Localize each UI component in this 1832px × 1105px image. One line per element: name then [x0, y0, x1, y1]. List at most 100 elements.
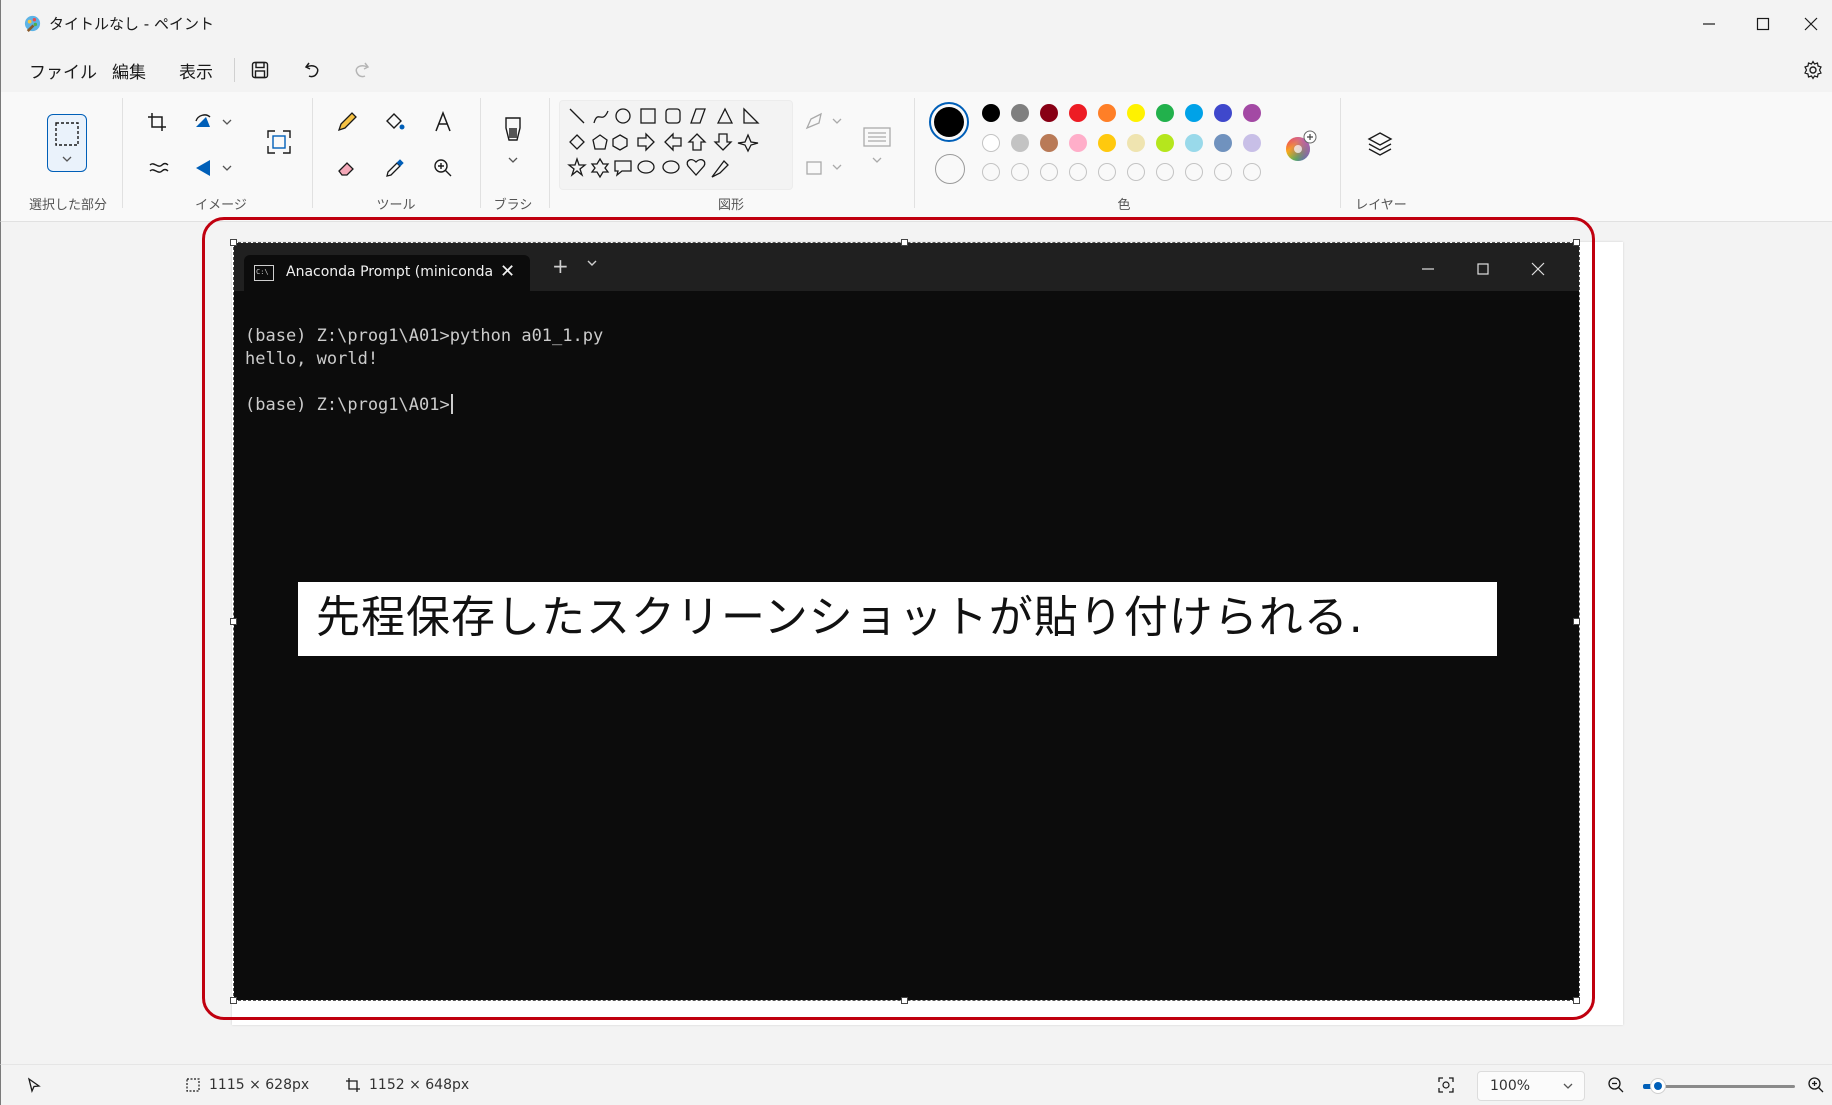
zoom-slider-thumb[interactable] — [1650, 1078, 1667, 1094]
custom-color-slot[interactable] — [1156, 163, 1174, 181]
resize-handle[interactable] — [230, 239, 237, 246]
brush-button[interactable] — [495, 112, 531, 176]
redo-button[interactable] — [345, 54, 377, 86]
fill-button[interactable] — [377, 104, 413, 140]
color-swatch[interactable] — [1127, 104, 1145, 122]
terminal-icon: C:\ — [254, 265, 274, 281]
color-swatch[interactable] — [1040, 134, 1058, 152]
color-swatch[interactable] — [1243, 134, 1261, 152]
color-swatch[interactable] — [1156, 134, 1174, 152]
resize-handle[interactable] — [1573, 239, 1580, 246]
resize-handle[interactable] — [1573, 997, 1580, 1004]
resize-handle[interactable] — [901, 239, 908, 246]
color-swatch[interactable] — [1156, 104, 1174, 122]
color-swatch[interactable] — [982, 134, 1000, 152]
undo-button[interactable] — [297, 54, 329, 86]
custom-color-slot[interactable] — [982, 163, 1000, 181]
maximize-button[interactable] — [1735, 0, 1791, 48]
menu-file[interactable]: ファイル — [29, 58, 97, 83]
ribbon-divider — [914, 98, 915, 208]
stroke-size-button[interactable] — [859, 118, 895, 174]
color-swatch[interactable] — [1185, 104, 1203, 122]
canvas-size: 1152 × 648px — [345, 1077, 469, 1093]
color-swatch[interactable] — [1098, 104, 1116, 122]
custom-color-slot[interactable] — [1040, 163, 1058, 181]
cursor-position — [27, 1077, 41, 1093]
layers-button[interactable] — [1362, 126, 1398, 162]
resize-button[interactable] — [261, 124, 297, 160]
zoom-out-button[interactable] — [1607, 1076, 1625, 1094]
color-swatch[interactable] — [1011, 134, 1029, 152]
custom-color-slot[interactable] — [1185, 163, 1203, 181]
magnifier-icon — [434, 159, 452, 177]
terminal-tab-bar: C:\ Anaconda Prompt (miniconda ✕ + — [234, 243, 1579, 291]
group-label-selection: 選択した部分 — [28, 198, 107, 213]
ribbon-divider — [480, 98, 481, 208]
color-swatch[interactable] — [1011, 104, 1029, 122]
zoom-select[interactable]: 100% — [1477, 1071, 1585, 1101]
remove-background-button[interactable] — [141, 150, 177, 186]
custom-color-slot[interactable] — [1069, 163, 1087, 181]
close-button[interactable] — [1789, 0, 1832, 48]
color-swatch[interactable] — [1069, 104, 1087, 122]
menu-view[interactable]: 表示 — [179, 58, 213, 83]
custom-color-slot[interactable] — [1243, 163, 1261, 181]
primary-color-button[interactable] — [929, 102, 969, 142]
color-swatch[interactable] — [1098, 134, 1116, 152]
menu-divider — [234, 58, 235, 82]
rotate-icon — [195, 114, 232, 127]
pencil-button[interactable] — [329, 104, 365, 140]
save-button[interactable] — [244, 54, 276, 86]
paint-bucket-icon — [386, 113, 405, 130]
gear-icon — [1804, 60, 1822, 80]
secondary-color-button[interactable] — [935, 154, 965, 184]
custom-color-slot[interactable] — [1127, 163, 1145, 181]
settings-button[interactable] — [1797, 54, 1829, 86]
text-button[interactable] — [425, 104, 461, 140]
color-swatch[interactable] — [1040, 104, 1058, 122]
shapes-gallery[interactable] — [559, 100, 793, 190]
custom-color-slot[interactable] — [1214, 163, 1232, 181]
terminal-line: (base) Z:\prog1\A01>python a01_1.py — [245, 326, 604, 346]
rotate-button[interactable] — [189, 104, 239, 140]
color-wheel-icon — [1286, 130, 1317, 161]
menu-bar: ファイル 編集 表示 — [0, 48, 1832, 92]
minimize-button[interactable] — [1681, 0, 1737, 48]
color-swatch[interactable] — [1214, 134, 1232, 152]
color-swatch[interactable] — [1185, 134, 1203, 152]
color-swatch[interactable] — [1069, 134, 1087, 152]
edit-colors-button[interactable] — [1283, 130, 1317, 164]
color-swatch[interactable] — [1243, 104, 1261, 122]
close-icon — [1804, 17, 1818, 31]
color-swatch[interactable] — [982, 104, 1000, 122]
ribbon-divider — [549, 98, 550, 208]
flip-button[interactable] — [189, 150, 239, 186]
selection-size-label: 1115 × 628px — [209, 1077, 310, 1093]
resize-handle[interactable] — [1573, 618, 1580, 625]
paint-app-icon — [24, 15, 41, 33]
resize-handle[interactable] — [901, 997, 908, 1004]
custom-color-slot[interactable] — [1011, 163, 1029, 181]
shape-outline-button[interactable] — [801, 104, 849, 140]
color-picker-button[interactable] — [377, 150, 413, 186]
resize-handle[interactable] — [230, 618, 237, 625]
terminal-minimize-icon — [1416, 257, 1440, 281]
magnifier-button[interactable] — [425, 150, 461, 186]
selection-size: 1115 × 628px — [185, 1077, 309, 1093]
zoom-in-icon — [1808, 1077, 1824, 1093]
color-swatch[interactable] — [1214, 104, 1232, 122]
color-swatch[interactable] — [1127, 134, 1145, 152]
menu-edit[interactable]: 編集 — [112, 58, 146, 83]
select-tool-button[interactable] — [47, 114, 87, 172]
crop-button[interactable] — [139, 104, 175, 140]
shape-fill-button[interactable] — [801, 150, 849, 186]
eraser-button[interactable] — [329, 150, 365, 186]
custom-color-slot[interactable] — [1098, 163, 1116, 181]
redo-icon — [355, 62, 370, 78]
pointer-icon — [27, 1077, 41, 1093]
zoom-in-button[interactable] — [1807, 1076, 1825, 1094]
resize-handle[interactable] — [230, 997, 237, 1004]
ribbon: 選択した部分 イメージ ツール ブラシ 図形 色 レイヤー — [0, 92, 1832, 222]
fit-to-window-button[interactable] — [1437, 1076, 1455, 1094]
status-bar: 1115 × 628px 1152 × 648px 100% — [0, 1064, 1832, 1105]
